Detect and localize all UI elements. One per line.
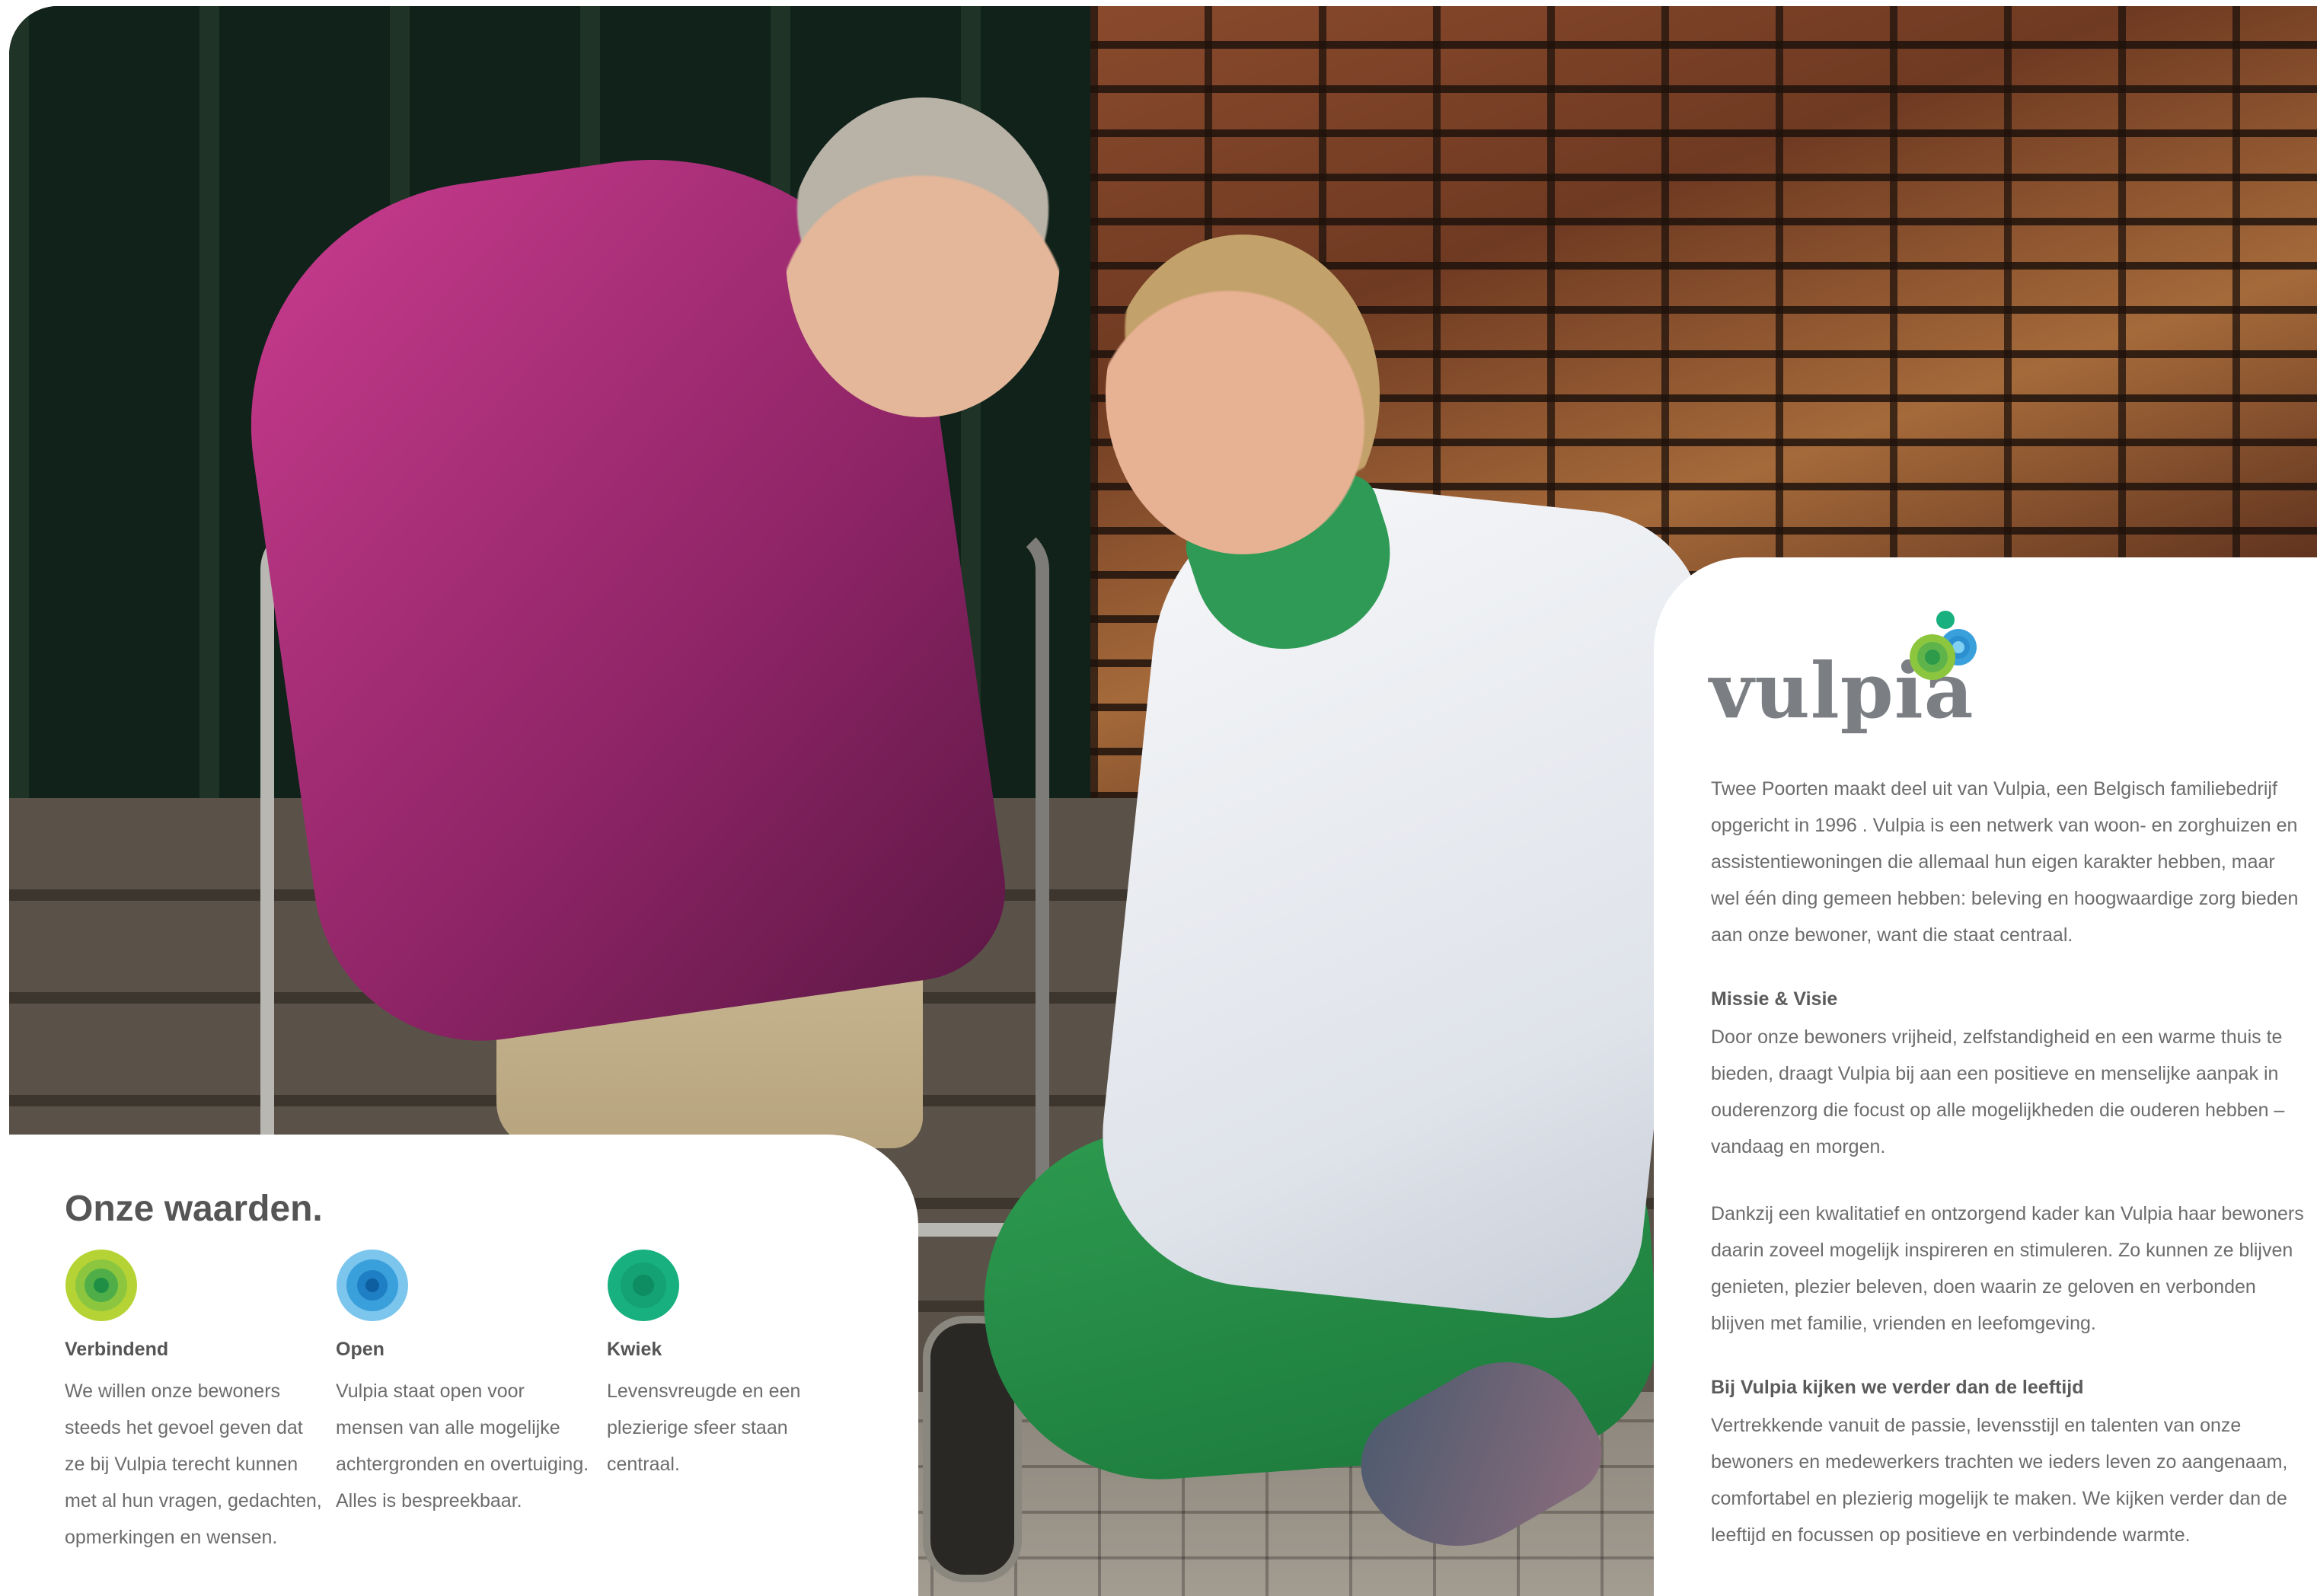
- beyond-age-paragraph: Vertrekkende vanuit de passie, levenssti…: [1711, 1415, 2288, 1546]
- nurse-head: [1106, 235, 1380, 554]
- value-description: Vulpia staat open voor mensen van alle m…: [336, 1381, 589, 1511]
- nurse-white-uniform: [1087, 467, 1718, 1327]
- value-name: Kwiek: [607, 1339, 662, 1360]
- value-name: Verbindend: [65, 1339, 169, 1360]
- vulpia-logo: vulpia: [1709, 609, 2006, 746]
- values-title: Onze waarden.: [65, 1189, 323, 1229]
- blue-concentric-circle-icon: [337, 1250, 408, 1321]
- mission-paragraph-1: Door onze bewoners vrijheid, zelfstandig…: [1711, 1026, 2285, 1157]
- mission-paragraph-2: Dankzij een kwalitatief en ontzorgend ka…: [1711, 1203, 2304, 1334]
- value-description: Levensvreugde en een plezierige sfeer st…: [607, 1381, 801, 1475]
- value-name: Open: [336, 1339, 385, 1360]
- beyond-age-heading: Bij Vulpia kijken we verder dan de leeft…: [1711, 1377, 2084, 1398]
- teal-concentric-circle-icon: [608, 1250, 679, 1321]
- elderly-woman-head: [786, 97, 1060, 417]
- mission-heading: Missie & Visie: [1711, 988, 1838, 1010]
- value-description: We willen onze bewoners steeds het gevoe…: [65, 1381, 322, 1548]
- intro-paragraph: Twee Poorten maakt deel uit van Vulpia, …: [1711, 778, 2299, 946]
- green-concentric-circle-icon: [65, 1250, 137, 1321]
- logo-dots-icon: [1910, 611, 1977, 680]
